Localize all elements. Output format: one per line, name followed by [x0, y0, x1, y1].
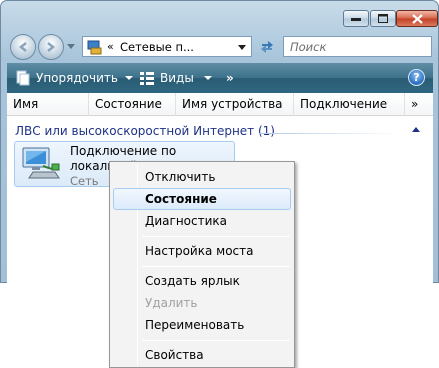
search-placeholder: Поиск — [290, 40, 327, 54]
organize-caret-icon — [124, 76, 133, 80]
group-divider — [259, 133, 399, 134]
column-header-connection[interactable]: Подключение — [293, 93, 404, 116]
menu-item-properties[interactable]: Свойства — [113, 344, 291, 366]
group-header-label[interactable]: ЛВС или высокоскоростной Интернет (1) — [15, 124, 275, 138]
group-collapse-icon[interactable] — [412, 127, 420, 132]
menu-item-rename[interactable]: Переименовать — [113, 314, 291, 336]
column-headers: Имя Состояние Имя устройства Подключение… — [7, 93, 433, 116]
context-menu: Отключить Состояние Диагностика Настройк… — [109, 161, 295, 368]
menu-item-delete: Удалить — [145, 296, 198, 310]
back-button[interactable] — [10, 34, 36, 60]
menu-separator — [142, 340, 290, 341]
views-menu-button[interactable]: Виды — [139, 63, 212, 93]
address-overflow-chevron[interactable]: « — [107, 40, 114, 53]
views-icon — [140, 72, 154, 85]
organize-menu-button[interactable]: Упорядочить — [15, 63, 133, 93]
menu-separator — [142, 266, 290, 267]
maximize-button[interactable] — [370, 10, 396, 27]
menu-item-bridge[interactable]: Настройка моста — [113, 240, 291, 262]
organize-icon — [16, 70, 30, 86]
maximize-icon — [378, 14, 388, 23]
column-header-status[interactable]: Состояние — [88, 93, 175, 116]
minimize-icon — [351, 17, 361, 21]
help-icon: ? — [413, 71, 420, 84]
menu-item-status[interactable]: Состояние — [113, 188, 291, 210]
refresh-icon — [261, 40, 273, 53]
column-header-name[interactable]: Имя — [7, 93, 88, 116]
address-bar[interactable]: « Сетевые п... — [82, 36, 252, 57]
address-path-text[interactable]: Сетевые п... — [120, 40, 194, 54]
views-caret-icon — [203, 76, 212, 80]
recent-pages-chevron-icon[interactable] — [67, 44, 75, 50]
column-header-device-name[interactable]: Имя устройства — [175, 93, 293, 116]
close-button[interactable] — [396, 10, 438, 27]
menu-separator — [142, 236, 290, 237]
close-icon — [411, 13, 423, 24]
menu-item-diagnose[interactable]: Диагностика — [113, 210, 291, 232]
forward-arrow-icon — [47, 42, 56, 52]
menu-item-disable[interactable]: Отключить — [113, 166, 291, 188]
forward-button[interactable] — [38, 34, 64, 60]
item-network-type: Сеть — [70, 174, 99, 188]
search-input[interactable]: Поиск — [283, 36, 432, 57]
back-arrow-icon — [18, 42, 27, 52]
toolbar-overflow-button[interactable]: » — [226, 63, 234, 93]
command-bar: Упорядочить Виды » ? — [7, 63, 433, 93]
network-folder-icon — [87, 40, 102, 55]
toolbar-overflow-label: » — [226, 71, 234, 85]
help-button[interactable]: ? — [408, 69, 425, 86]
organize-label: Упорядочить — [36, 71, 118, 85]
network-adapter-icon — [22, 147, 60, 179]
minimize-button[interactable] — [343, 10, 369, 27]
address-dropdown-icon[interactable] — [238, 45, 246, 50]
column-header-overflow[interactable]: » — [404, 93, 433, 116]
views-label: Виды — [160, 71, 194, 85]
menu-item-create-shortcut[interactable]: Создать ярлык — [113, 270, 291, 292]
refresh-button[interactable] — [256, 36, 278, 57]
